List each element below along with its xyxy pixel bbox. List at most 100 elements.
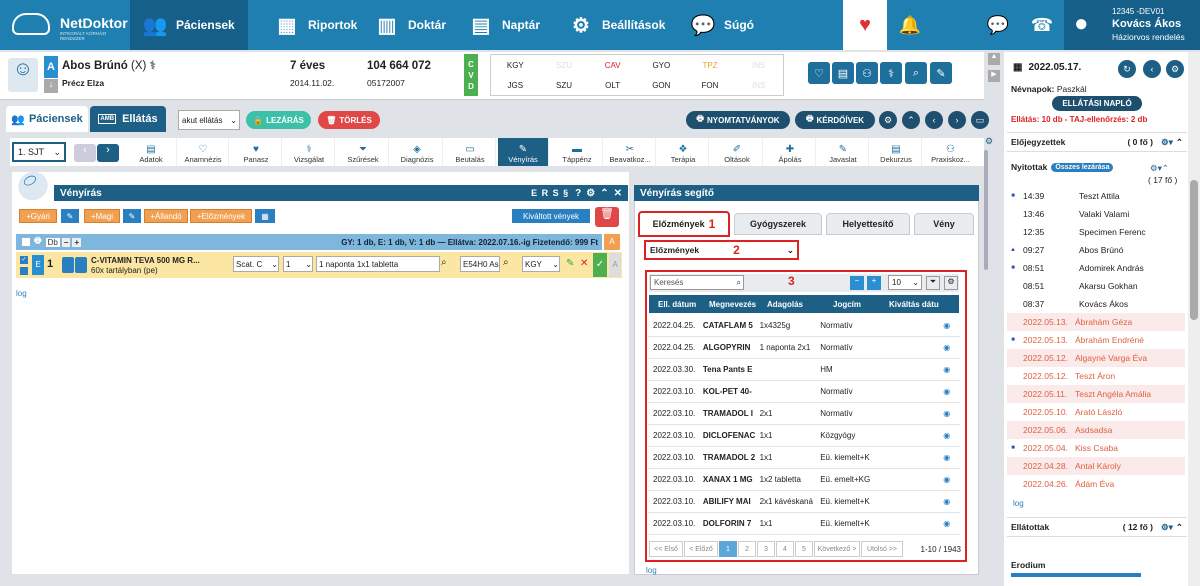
- printer-icon[interactable]: 🖶: [34, 235, 42, 249]
- module-panasz[interactable]: ♥ Panasz: [231, 138, 282, 166]
- qty-select[interactable]: 1 ⌄: [283, 256, 313, 272]
- list-item[interactable]: 2022.05.10. Arató László: [1007, 403, 1185, 421]
- module-oltasok[interactable]: ✐ Oltások: [712, 138, 763, 166]
- list-item[interactable]: ■ 2022.05.04. Kiss Csaba: [1007, 439, 1185, 457]
- list-item[interactable]: 2022.05.13. Ábrahám Géza: [1007, 313, 1185, 331]
- phone-info-icon[interactable]: ☎: [1024, 0, 1060, 50]
- row-flag-icon[interactable]: [20, 267, 28, 275]
- info-icon[interactable]: ◉: [934, 453, 960, 462]
- nav-settings[interactable]: ⚙ Beállítások: [556, 0, 676, 50]
- table-row[interactable]: 2022.03.10. KOL-PET 40- Normatív ◉: [648, 381, 960, 403]
- settings-icon[interactable]: ⚙: [985, 136, 993, 147]
- list-item[interactable]: 2022.05.12. Algayné Varga Éva: [1007, 349, 1185, 367]
- list-item[interactable]: 08:51 Akarsu Gokhan: [1007, 277, 1185, 295]
- list-item[interactable]: 2022.04.28. Antal Károly: [1007, 457, 1185, 475]
- table-row[interactable]: 2022.04.25. CATAFLAM 5 1x4325g Normatív ◉: [648, 315, 960, 337]
- table-row[interactable]: 2022.03.10. TRAMADOL 2 1x1 Eü. kiemelt+K ◉: [648, 447, 960, 469]
- arrow-down-icon[interactable]: ↓: [44, 79, 58, 93]
- bell-icon[interactable]: 🔔: [892, 0, 928, 50]
- user-menu[interactable]: ● 12345 -DEV01 Kovács Ákos Háziorvos ren…: [1064, 0, 1200, 50]
- drug-name[interactable]: C-VITAMIN TEVA 500 MG R...: [91, 256, 200, 265]
- module-beavatkozas[interactable]: ✂ Beavatkoz...: [605, 138, 656, 166]
- settings-icon[interactable]: ⚙: [879, 111, 897, 129]
- module-beutalas[interactable]: ▭ Beutalás: [445, 138, 496, 166]
- erodium-section[interactable]: Erodium: [1011, 560, 1045, 570]
- add-factory-button[interactable]: +Gyári: [19, 209, 57, 223]
- print-forms-button[interactable]: 🖶 NYOMTATVÁNYOK: [686, 111, 790, 129]
- info-icon[interactable]: ◉: [934, 387, 960, 396]
- treated-section[interactable]: Ellátottak( 12 fő ) ⚙▾ ⌃: [1007, 517, 1187, 537]
- confirm-icon[interactable]: ✓: [593, 253, 607, 277]
- close-icon[interactable]: ✕: [614, 188, 622, 199]
- chevron-left-icon[interactable]: ‹: [1143, 60, 1161, 78]
- calendar-icon[interactable]: ▦: [255, 209, 275, 223]
- checkbox[interactable]: [22, 238, 30, 246]
- bno-field[interactable]: E54H0 As: [460, 256, 500, 272]
- down-icon[interactable]: [75, 257, 87, 273]
- list-item[interactable]: 13:46 Valaki Valami: [1007, 205, 1185, 223]
- page-2-button[interactable]: 2: [738, 541, 756, 557]
- history-select[interactable]: Előzmények 2 ⌄: [644, 240, 799, 260]
- table-row[interactable]: 2022.03.10. ABILIFY MAI 2x1 kávéskaná Eü. k…: [648, 491, 960, 513]
- delete-icon[interactable]: 🗑: [595, 207, 619, 227]
- tab-substitute[interactable]: Helyettesítő: [826, 213, 910, 235]
- module-dekurzus[interactable]: ▤ Dekurzus: [871, 138, 922, 166]
- heart-monitor-icon[interactable]: ♡: [808, 62, 830, 84]
- first-page-button[interactable]: << Első: [649, 541, 683, 557]
- chevron-up-icon[interactable]: ⌃: [1176, 522, 1183, 533]
- document-icon[interactable]: ▤: [832, 62, 854, 84]
- nav-patients[interactable]: 👥 Páciensek: [130, 0, 248, 50]
- pill-icon[interactable]: ✎: [930, 62, 952, 84]
- tab-history[interactable]: Előzmények 1: [638, 211, 730, 237]
- minus-icon[interactable]: −: [61, 237, 71, 247]
- nav-help[interactable]: 💬 Súgó: [678, 0, 768, 50]
- refresh-icon[interactable]: ↻: [1118, 60, 1136, 78]
- next-button[interactable]: ›: [97, 144, 119, 162]
- zoom-in-icon[interactable]: +: [867, 276, 881, 290]
- close-icon[interactable]: ✕: [580, 258, 588, 269]
- page-1-button[interactable]: 1: [719, 541, 737, 557]
- tab-drugs[interactable]: Gyógyszerek: [734, 213, 822, 235]
- questionnaires-button[interactable]: 🖶 KÉRDŐÍVEK: [795, 111, 875, 129]
- prev-button[interactable]: ‹: [74, 144, 96, 162]
- care-alert[interactable]: Ellátás: 10 db - TAJ-ellenőrzés: 2 db: [1011, 115, 1147, 124]
- edit-icon[interactable]: ✎: [123, 209, 141, 223]
- module-praxiskozosseg[interactable]: ⚇ Praxiskoz...: [925, 138, 976, 166]
- module-terapia[interactable]: ❖ Terápia: [658, 138, 709, 166]
- zoom-out-icon[interactable]: −: [850, 276, 864, 290]
- info-icon[interactable]: ◉: [934, 497, 960, 506]
- scrollbar-thumb[interactable]: [1190, 180, 1198, 320]
- netdoktor-logo[interactable]: NetDoktor INTEGRÁLT KÓRHÁZI RENDSZER: [0, 0, 130, 50]
- care-type-select[interactable]: akut ellátás ⌄: [178, 110, 240, 130]
- module-apolas[interactable]: ✚ Ápolás: [765, 138, 816, 166]
- settings-icon[interactable]: ⚙▾: [1161, 137, 1173, 148]
- module-venyiras[interactable]: ✎ Vényírás: [498, 138, 549, 166]
- list-item[interactable]: 2022.05.06. Asdsadsa: [1007, 421, 1185, 439]
- header-actions[interactable]: E R S §: [531, 188, 569, 198]
- chevron-right-icon[interactable]: ›: [948, 111, 966, 129]
- table-row[interactable]: 2022.03.10. DICLOFENAC 1x1 Közgyógy ◉: [648, 425, 960, 447]
- module-anamnezis[interactable]: ♡ Anamnézis: [178, 138, 229, 166]
- add-permanent-button[interactable]: +Állandó: [144, 209, 188, 223]
- module-tappenz[interactable]: ▬ Táppénz: [552, 138, 603, 166]
- settings-icon[interactable]: ⚙▾⌃: [1150, 163, 1169, 174]
- scroll-up-icon[interactable]: ▲: [988, 53, 1000, 65]
- up-icon[interactable]: [62, 257, 74, 273]
- add-history-button[interactable]: +Előzmények: [190, 209, 252, 223]
- tab-ellatas[interactable]: AMB Ellátás: [90, 106, 166, 132]
- module-szuresek[interactable]: ⏷ Szűrések: [338, 138, 389, 166]
- row-checkbox[interactable]: ✓: [20, 256, 28, 264]
- log-link[interactable]: log: [1013, 499, 1024, 508]
- info-icon[interactable]: ◉: [934, 431, 960, 440]
- a-badge[interactable]: A: [604, 234, 620, 250]
- scrollbar[interactable]: [984, 150, 988, 270]
- info-icon[interactable]: ◉: [934, 475, 960, 484]
- table-row[interactable]: 2022.03.10. XANAX 1 MG 1x2 tabletta Eü. eme…: [648, 469, 960, 491]
- list-item[interactable]: 2022.04.26. Ádám Éva: [1007, 475, 1185, 493]
- heart-check-icon[interactable]: ♥: [843, 0, 887, 50]
- info-icon[interactable]: ◉: [934, 365, 960, 374]
- chevron-up-icon[interactable]: ⌃: [902, 111, 920, 129]
- log-link[interactable]: log: [16, 289, 27, 298]
- care-log-button[interactable]: ELLÁTÁSI NAPLÓ: [1052, 96, 1142, 111]
- settings-icon[interactable]: ⚙: [586, 188, 595, 199]
